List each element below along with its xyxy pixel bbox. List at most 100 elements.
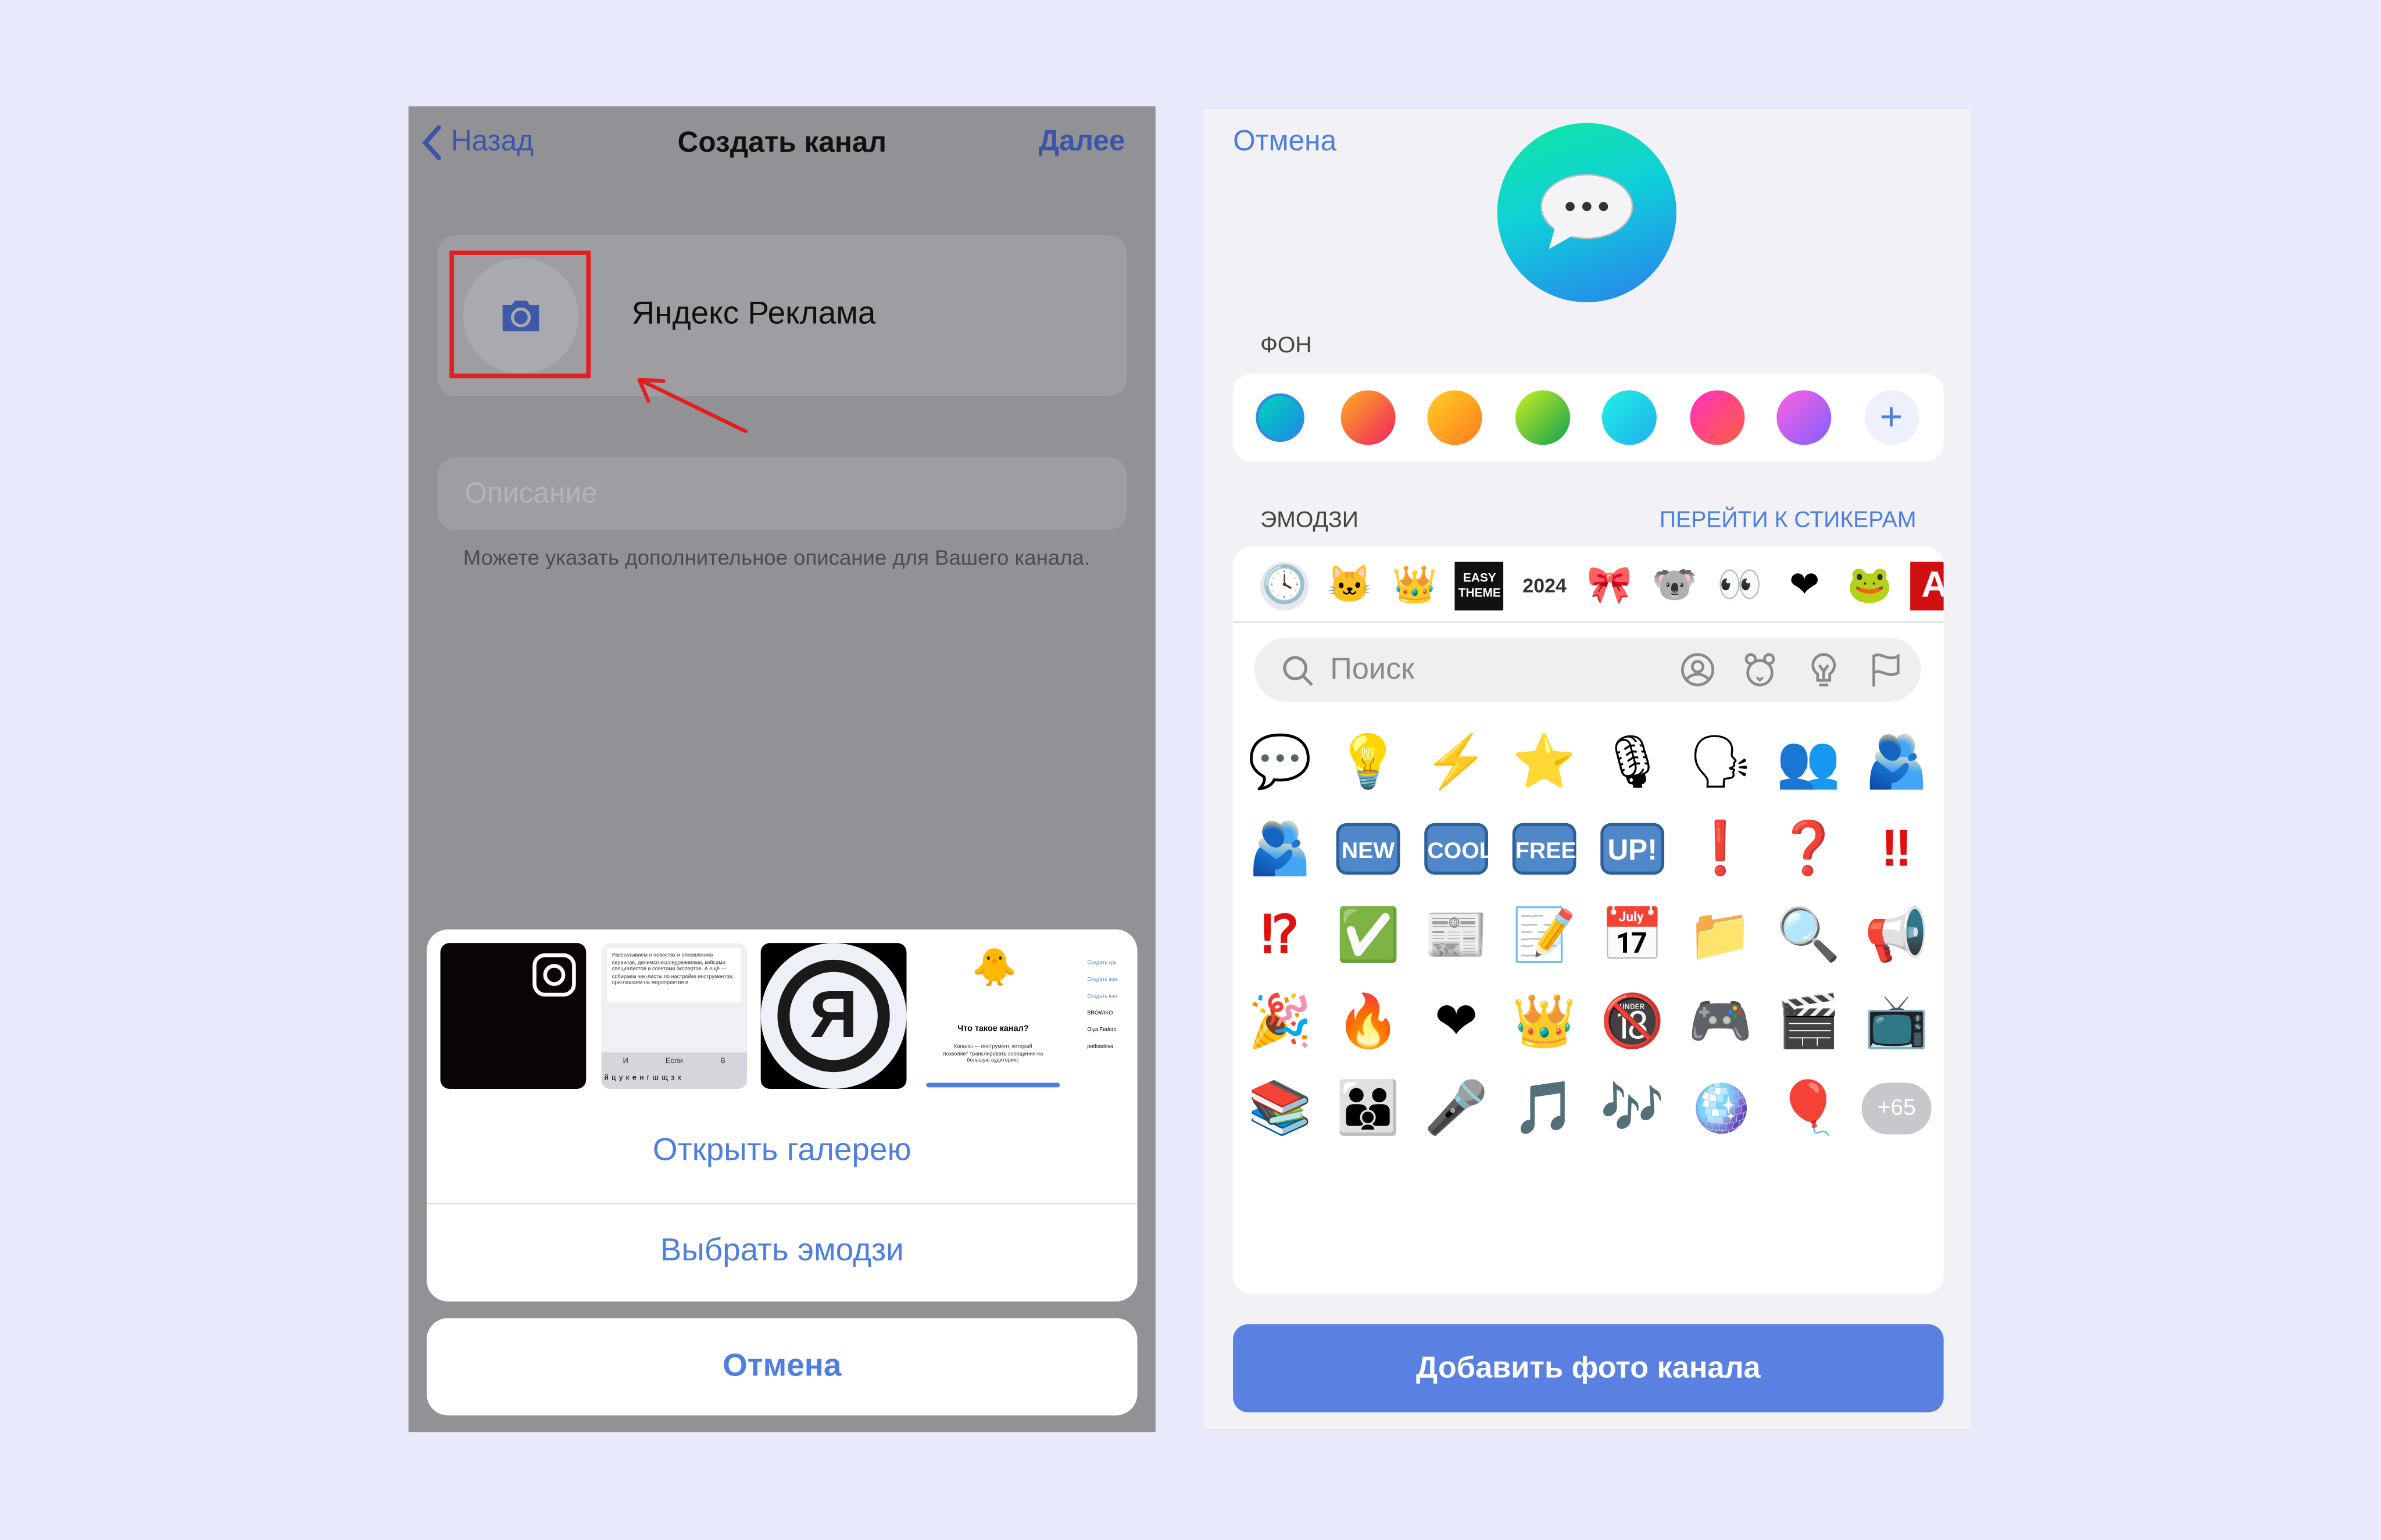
duck-sticker: 🐥 [971,948,1017,989]
search-icon [1283,656,1313,686]
lightbulb-icon[interactable] [1806,652,1842,688]
sticker-pack-tabs: 🕓 🐱 👑 EASY THEME 2024 🎀 🐨 👀 ❤ 🐸 A [1233,546,1944,623]
create-channel-screen: Назад Создать канал Далее Яндекс Реклама… [408,106,1156,1432]
go-to-stickers-link[interactable]: ПЕРЕЙТИ К СТИКЕРАМ [1660,507,1917,533]
sticker-pack-tab[interactable]: 🐱 [1325,562,1374,611]
cancel-label: Отмена [723,1348,842,1384]
next-button[interactable]: Далее [1039,126,1125,159]
emoji-item[interactable]: ⁉ [1243,899,1316,971]
open-gallery-button[interactable]: Открыть галерею [427,1133,1138,1170]
cancel-button[interactable]: Отмена [427,1318,1138,1416]
background-swatch[interactable] [1689,390,1744,445]
emoji-item[interactable]: 🎮 [1684,985,1757,1058]
flag-icon[interactable] [1868,652,1904,688]
sticker-pack-tab[interactable]: 🎀 [1585,562,1634,611]
thumb-item: podsadova [1087,1043,1114,1050]
emoji-label: ЭМОДЗИ [1260,507,1358,533]
emoji-item[interactable]: ❓ [1772,813,1844,885]
instagram-logo-icon [532,953,576,997]
sticker-pack-tab[interactable]: 🐨 [1650,562,1699,611]
gallery-thumb[interactable]: Я [760,943,907,1089]
recent-stickers-tab[interactable]: 🕓 [1260,562,1309,611]
emoji-item[interactable]: 🔥 [1332,985,1404,1058]
thumb-item: Olya Fedoro [1087,1026,1117,1033]
smiley-icon[interactable] [1679,652,1716,688]
emoji-item[interactable]: ‼ [1860,813,1933,885]
add-channel-photo-button[interactable]: Добавить фото канала [1233,1324,1944,1413]
emoji-item[interactable]: COOL [1424,823,1493,875]
sticker-pack-tab[interactable]: ❤ [1781,562,1829,611]
emoji-item[interactable]: 📺 [1860,985,1933,1058]
thumb-text: Каналы — инструмент, который позволяет т… [943,1043,1043,1063]
thumb-item: Создать кон [1087,976,1117,983]
emoji-item[interactable]: 🪩 [1684,1072,1757,1145]
gallery-thumb[interactable] [440,943,587,1089]
background-swatch[interactable] [1601,390,1657,445]
channel-name-input[interactable]: Яндекс Реклама [632,296,876,333]
emoji-item[interactable]: FREE [1512,823,1576,875]
emoji-item[interactable]: 📁 [1684,899,1757,971]
thumb-button [926,1082,1060,1088]
sticker-pack-tab[interactable]: 🐸 [1845,562,1894,611]
emoji-item[interactable]: 🗣 [1684,726,1757,799]
animal-icon[interactable] [1742,652,1778,688]
emoji-item[interactable]: 🎶 [1596,1072,1668,1145]
emoji-item[interactable]: 📰 [1420,899,1492,971]
background-swatch[interactable] [1776,390,1832,445]
choose-emoji-button[interactable]: Выбрать эмодзи [427,1233,1138,1270]
thumb-item: Создать кан [1087,993,1117,999]
background-swatch[interactable] [1253,390,1308,445]
emoji-item[interactable]: 🔍 [1772,899,1844,971]
cancel-button[interactable]: Отмена [1233,126,1336,159]
search-placeholder: Поиск [1330,653,1415,687]
emoji-item[interactable]: 🔞 [1596,985,1668,1058]
thumb-item: BROWIKO [1087,1010,1113,1016]
emoji-item[interactable]: UP! [1600,823,1664,875]
sticker-pack-tab[interactable]: 2024 [1520,562,1569,611]
emoji-item[interactable]: 🎉 [1243,985,1316,1058]
description-input[interactable]: Описание [437,457,1127,530]
emoji-item[interactable]: 🫂 [1243,813,1316,885]
emoji-item[interactable]: 👥 [1772,726,1844,799]
divider [427,1202,1138,1205]
emoji-item[interactable]: 📝 [1508,899,1581,971]
background-swatch[interactable] [1427,390,1482,445]
emoji-item[interactable]: 🎵 [1508,1072,1581,1145]
add-swatch-button[interactable]: + [1864,390,1919,445]
emoji-item[interactable]: 💬 [1243,726,1316,799]
emoji-panel: 🕓🐱👑EASY THEME2024🎀🐨👀❤🐸A Поиск 💬💡⚡⭐🎙🗣👥🫂🫂N… [1233,546,1944,1294]
background-swatch[interactable] [1514,390,1570,445]
emoji-item[interactable]: ✅ [1332,899,1404,971]
emoji-item[interactable]: 🎬 [1772,985,1844,1058]
sticker-pack-tab[interactable]: 👑 [1390,562,1439,611]
emoji-item[interactable]: 📚 [1243,1072,1316,1145]
keyboard-suggestion: И [623,1057,628,1066]
emoji-item[interactable]: 📅 [1596,899,1668,971]
emoji-item[interactable]: 👑 [1508,985,1581,1058]
emoji-search-input[interactable]: Поиск [1254,638,1921,702]
emoji-item[interactable]: 🎈 [1772,1072,1844,1145]
emoji-item[interactable]: 👪 [1332,1072,1404,1145]
emoji-item[interactable]: 🎙 [1596,726,1668,799]
emoji-item[interactable]: 🎤 [1420,1072,1492,1145]
divider [1233,621,1944,623]
emoji-item[interactable]: 💡 [1332,726,1404,799]
emoji-item[interactable]: ❤ [1420,985,1492,1058]
emoji-item[interactable]: NEW [1336,823,1400,875]
thumb-title: Что такое канал? [957,1025,1029,1034]
background-swatch[interactable] [1340,390,1395,445]
gallery-thumb[interactable]: Рассказываем о новостях и обновлениях се… [601,943,748,1089]
sticker-pack-tab[interactable]: EASY THEME [1455,562,1504,611]
sticker-pack-tab[interactable]: 👀 [1715,562,1764,611]
emoji-item[interactable]: ⚡ [1420,726,1492,799]
speech-bubble-icon [1540,174,1633,249]
sticker-pack-tab[interactable]: A [1910,562,1944,611]
emoji-item[interactable]: 📢 [1860,899,1933,971]
emoji-item[interactable]: ❗ [1684,813,1757,885]
emoji-item[interactable]: 🫂 [1860,726,1933,799]
more-emoji-button[interactable]: +65 [1861,1082,1932,1135]
gallery-thumb[interactable]: 🐥 Что такое канал? Каналы — инструмент, … [920,943,1066,1089]
gallery-thumb[interactable]: Создать гру Создать кон Создать кан BROW… [1081,943,1138,1089]
highlight-box [449,251,591,378]
emoji-item[interactable]: ⭐ [1508,726,1581,799]
